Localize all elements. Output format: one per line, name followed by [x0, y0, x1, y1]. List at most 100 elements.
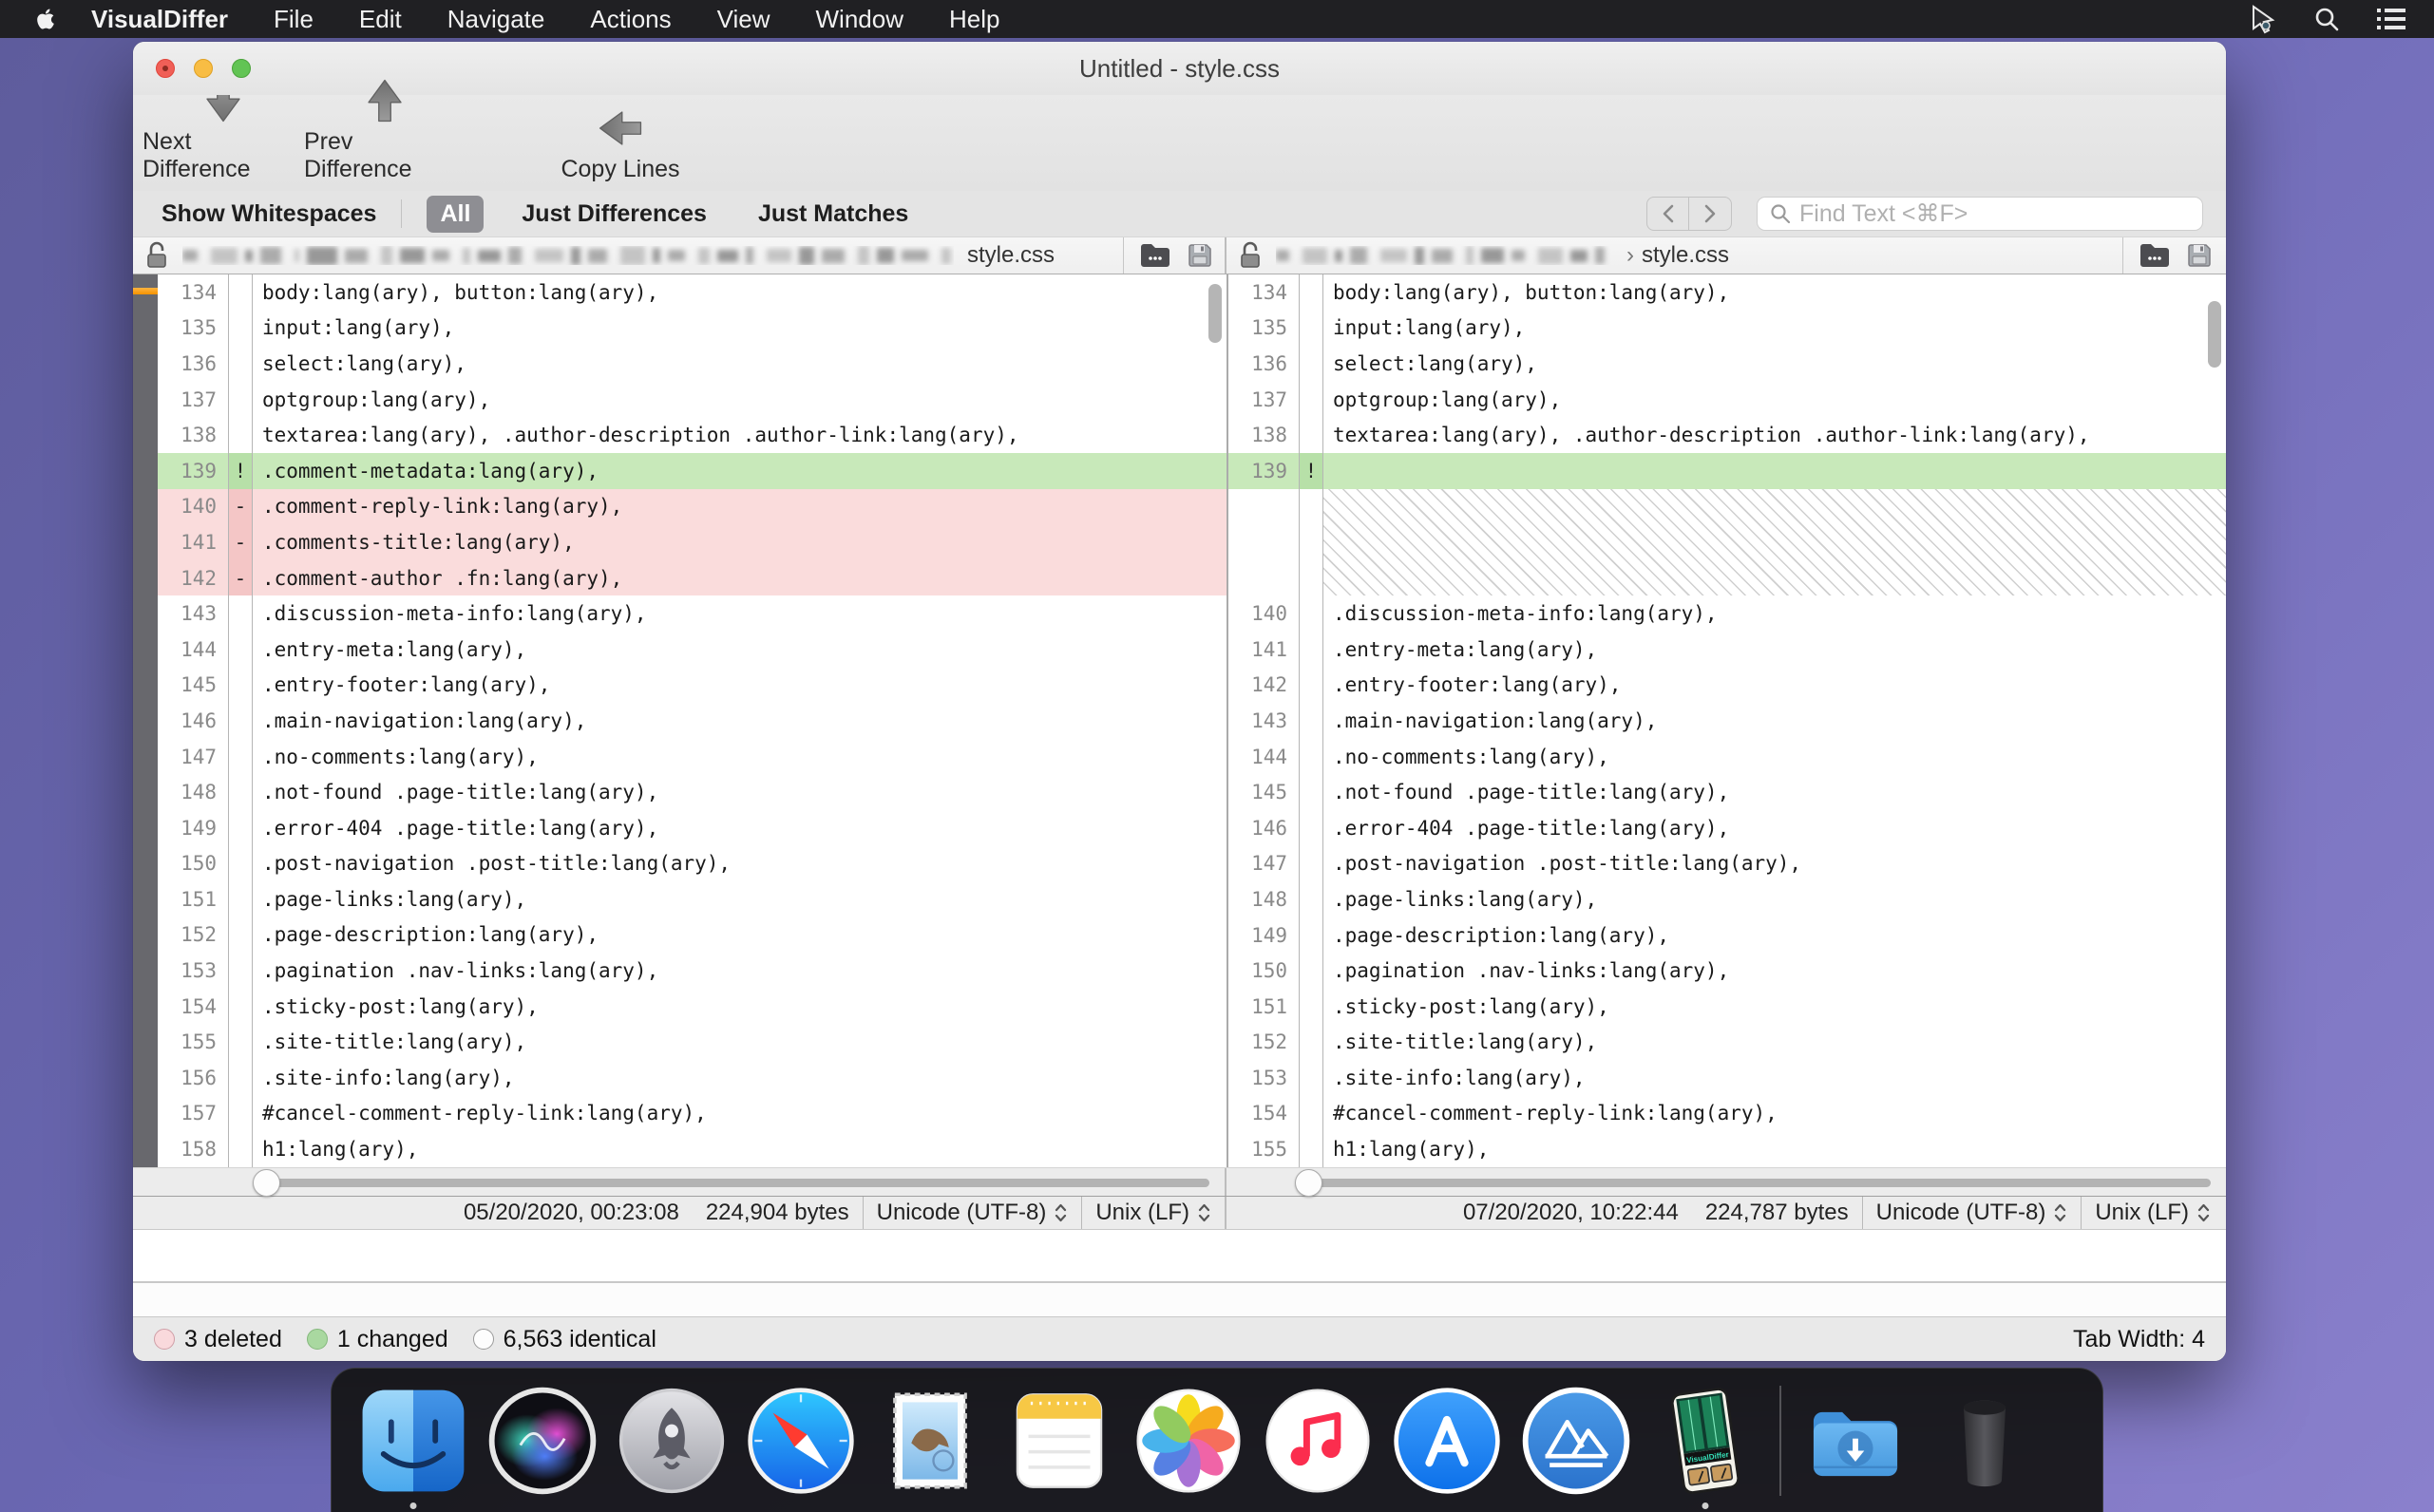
code-line[interactable]: 142-.comment-author .fn:lang(ary), — [158, 560, 1227, 596]
code-line[interactable]: 146.main-navigation:lang(ary), — [158, 703, 1227, 739]
code-line[interactable]: 155.site-title:lang(ary), — [158, 1024, 1227, 1060]
dock-launchpad-icon[interactable] — [617, 1386, 727, 1496]
find-text-input[interactable] — [1799, 200, 2191, 228]
code-line[interactable]: 135input:lang(ary), — [1228, 311, 2226, 347]
code-line[interactable]: 144.entry-meta:lang(ary), — [158, 632, 1227, 668]
code-line[interactable]: 138textarea:lang(ary), .author-descripti… — [1228, 417, 2226, 453]
dock-mail-icon[interactable] — [875, 1386, 985, 1496]
copy-lines-button[interactable]: Copy Lines — [549, 104, 692, 183]
code-line[interactable]: 152.page-description:lang(ary), — [158, 917, 1227, 954]
code-line[interactable]: 136select:lang(ary), — [158, 346, 1227, 382]
code-line[interactable]: 150.pagination .nav-links:lang(ary), — [1228, 953, 2226, 989]
dock-notes-icon[interactable] — [1004, 1386, 1114, 1496]
menu-item-window[interactable]: Window — [816, 5, 903, 34]
code-line[interactable]: 151.page-links:lang(ary), — [158, 881, 1227, 917]
reveal-folder-button[interactable] — [1139, 242, 1171, 269]
title-bar[interactable]: Untitled - style.css — [133, 42, 2226, 95]
right-encoding-dropdown[interactable]: Unicode (UTF-8) — [1863, 1200, 2082, 1226]
dock-photos-icon[interactable] — [1133, 1386, 1244, 1496]
code-line[interactable]: 139!.comment-metadata:lang(ary), — [158, 453, 1227, 489]
code-line[interactable]: 153.pagination .nav-links:lang(ary), — [158, 953, 1227, 989]
left-line-ending-dropdown[interactable]: Unix (LF) — [1082, 1200, 1225, 1226]
code-line[interactable]: 140-.comment-reply-link:lang(ary), — [158, 489, 1227, 525]
segment-just-matches[interactable]: Just Matches — [745, 196, 922, 233]
code-line[interactable]: 141-.comments-title:lang(ary), — [158, 524, 1227, 560]
code-line[interactable]: 157#cancel-comment-reply-link:lang(ary), — [158, 1096, 1227, 1132]
dock-mountain-app-icon[interactable] — [1521, 1386, 1631, 1496]
apple-menu[interactable] — [36, 8, 55, 30]
left-horizontal-scrollbar[interactable] — [133, 1168, 1227, 1196]
code-line[interactable]: 135input:lang(ary), — [158, 311, 1227, 347]
code-line[interactable]: 152.site-title:lang(ary), — [1228, 1024, 2226, 1060]
menu-item-navigate[interactable]: Navigate — [447, 5, 545, 34]
right-line-ending-dropdown[interactable]: Unix (LF) — [2082, 1200, 2224, 1226]
code-line[interactable]: 144.no-comments:lang(ary), — [1228, 739, 2226, 775]
code-line[interactable]: 148.not-found .page-title:lang(ary), — [158, 774, 1227, 810]
code-line[interactable]: 141.entry-meta:lang(ary), — [1228, 632, 2226, 668]
dock-finder-icon[interactable] — [358, 1386, 468, 1496]
find-previous-button[interactable] — [1647, 198, 1689, 230]
code-line[interactable]: 140.discussion-meta-info:lang(ary), — [1228, 595, 2226, 632]
code-line[interactable]: 134body:lang(ary), button:lang(ary), — [158, 274, 1227, 311]
scroll-track[interactable] — [266, 1179, 1209, 1187]
dock-visualdiffer-icon[interactable]: VisualDiffer — [1650, 1386, 1760, 1496]
code-line[interactable]: 147.post-navigation .post-title:lang(ary… — [1228, 846, 2226, 882]
code-line[interactable]: 137optgroup:lang(ary), — [1228, 382, 2226, 418]
save-button[interactable] — [2186, 242, 2213, 269]
right-horizontal-scrollbar[interactable] — [1227, 1168, 2224, 1196]
search-icon[interactable] — [2312, 5, 2341, 33]
code-line[interactable]: 156.site-info:lang(ary), — [158, 1060, 1227, 1096]
code-line[interactable]: 143.main-navigation:lang(ary), — [1228, 703, 2226, 739]
code-line[interactable]: 150.post-navigation .post-title:lang(ary… — [158, 846, 1227, 882]
unlock-icon[interactable] — [1238, 241, 1263, 270]
code-line[interactable]: 151.sticky-post:lang(ary), — [1228, 989, 2226, 1025]
dock-music-icon[interactable] — [1263, 1386, 1373, 1496]
code-line[interactable]: 154#cancel-comment-reply-link:lang(ary), — [1228, 1096, 2226, 1132]
segment-just-differences[interactable]: Just Differences — [508, 196, 720, 233]
code-line[interactable]: 139! — [1228, 453, 2226, 489]
menu-item-actions[interactable]: Actions — [590, 5, 671, 34]
segment-all[interactable]: All — [427, 196, 484, 233]
scroll-knob[interactable] — [253, 1169, 280, 1197]
dock-siri-icon[interactable] — [487, 1386, 598, 1496]
code-line[interactable]: 145.not-found .page-title:lang(ary), — [1228, 774, 2226, 810]
dock-safari-icon[interactable] — [746, 1386, 856, 1496]
find-next-button[interactable] — [1689, 198, 1731, 230]
code-line[interactable]: 146.error-404 .page-title:lang(ary), — [1228, 810, 2226, 846]
left-encoding-dropdown[interactable]: Unicode (UTF-8) — [864, 1200, 1082, 1226]
code-line[interactable]: 149.error-404 .page-title:lang(ary), — [158, 810, 1227, 846]
code-line[interactable]: 154.sticky-post:lang(ary), — [158, 989, 1227, 1025]
reveal-folder-button[interactable] — [2139, 242, 2171, 269]
code-line[interactable]: 136select:lang(ary), — [1228, 346, 2226, 382]
code-line[interactable]: 134body:lang(ary), button:lang(ary), — [1228, 274, 2226, 311]
code-line[interactable]: 137optgroup:lang(ary), — [158, 382, 1227, 418]
code-line[interactable]: 149.page-description:lang(ary), — [1228, 917, 2226, 954]
dock-trash-icon[interactable] — [1930, 1386, 2040, 1496]
code-line[interactable]: 155h1:lang(ary), — [1228, 1131, 2226, 1167]
menu-item-edit[interactable]: Edit — [359, 5, 402, 34]
code-line[interactable]: 153.site-info:lang(ary), — [1228, 1060, 2226, 1096]
code-line[interactable]: 145.entry-footer:lang(ary), — [158, 668, 1227, 704]
code-line[interactable]: 148.page-links:lang(ary), — [1228, 881, 2226, 917]
unlock-icon[interactable] — [144, 241, 169, 270]
scroll-knob[interactable] — [1295, 1169, 1322, 1197]
menu-item-view[interactable]: View — [717, 5, 770, 34]
left-vertical-scrollbar[interactable] — [1208, 284, 1222, 343]
show-whitespaces-toggle[interactable]: Show Whitespaces — [162, 200, 376, 228]
menu-app-name[interactable]: VisualDiffer — [91, 5, 228, 34]
code-line[interactable]: 143.discussion-meta-info:lang(ary), — [158, 595, 1227, 632]
pointer-status-icon[interactable] — [2246, 3, 2278, 35]
diff-overview-strip[interactable] — [133, 274, 158, 1167]
scroll-track[interactable] — [1308, 1179, 2211, 1187]
menu-item-help[interactable]: Help — [949, 5, 999, 34]
code-line[interactable]: 138textarea:lang(ary), .author-descripti… — [158, 417, 1227, 453]
save-button[interactable] — [1187, 242, 1213, 269]
code-line[interactable]: 147.no-comments:lang(ary), — [158, 739, 1227, 775]
right-vertical-scrollbar[interactable] — [2208, 301, 2221, 368]
dock-downloads-icon[interactable] — [1800, 1386, 1911, 1496]
find-text-field[interactable] — [1757, 197, 2203, 231]
list-icon[interactable] — [2375, 6, 2407, 32]
code-line[interactable]: 158h1:lang(ary), — [158, 1131, 1227, 1167]
dock-app-store-icon[interactable] — [1392, 1386, 1502, 1496]
menu-item-file[interactable]: File — [274, 5, 314, 34]
